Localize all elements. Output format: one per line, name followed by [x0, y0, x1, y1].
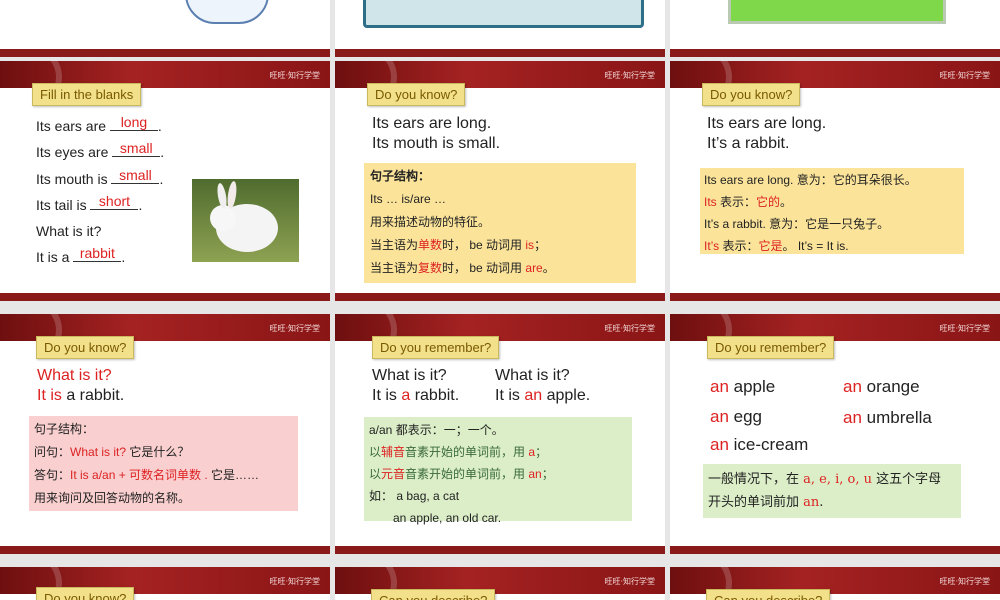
blank-answer: small: [112, 140, 161, 157]
example-line: Its ears are long.: [707, 115, 827, 132]
slide-fill-blanks: 旺旺·知行学堂 Fill in the blanks Its ears are …: [0, 61, 330, 301]
slide-bottom-bar: [0, 49, 330, 57]
slide-bottom-1: 旺旺·知行学堂 Do you know?: [0, 567, 330, 600]
brand-label: 旺旺·知行学堂: [939, 577, 990, 586]
slide-bottom-bar: [335, 546, 665, 554]
slide-top-1: [0, 0, 330, 57]
slide-bottom-2: 旺旺·知行学堂 Can you describe?: [335, 567, 665, 600]
slide-bottom-bar: [335, 293, 665, 301]
slide-do-you-know-1: 旺旺·知行学堂 Do you know? Its ears are long. …: [335, 61, 665, 301]
slide-title: Do you know?: [36, 336, 135, 359]
word-item: an orange: [843, 377, 920, 396]
slide-bottom-bar: [670, 293, 1000, 301]
blank-answer: long: [109, 114, 158, 131]
slide-bottom-bar: [0, 546, 330, 554]
word-item: an egg: [710, 407, 763, 426]
blank-line: Its ears are long.: [36, 114, 162, 134]
vowel-rule-box: 一般情况下，在 a, e, i, o, u 这五个字母 开头的单词前加 an.: [703, 464, 961, 518]
answer-line: It is a rabbit.: [37, 387, 125, 404]
slide-title: Do you know?: [36, 587, 135, 600]
blank-answer: rabbit: [73, 245, 122, 262]
answer-line: It is an apple.: [495, 387, 591, 404]
rabbit-photo: [192, 179, 299, 262]
slide-bottom-bar: [0, 293, 330, 301]
green-board-icon: [728, 0, 946, 24]
slide-do-you-know-3: 旺旺·知行学堂 Do you know? What is it? It is a…: [0, 314, 330, 554]
slide-title: Can you describe?: [371, 589, 496, 600]
blank-line: Its tail is short.: [36, 193, 143, 213]
brand-label: 旺旺·知行学堂: [269, 577, 320, 586]
slide-title: Can you describe?: [706, 589, 831, 600]
brand-label: 旺旺·知行学堂: [939, 324, 990, 333]
slide-bottom-3: 旺旺·知行学堂 Can you describe?: [670, 567, 1000, 600]
slide-title: Do you know?: [367, 83, 466, 106]
blank-line: Its mouth is small.: [36, 167, 164, 187]
slide-do-you-remember-2: 旺旺·知行学堂 Do you remember? an apple an ora…: [670, 314, 1000, 554]
blank-answer: short: [90, 193, 139, 210]
explanation-box: Its ears are long. 意为：它的耳朵很长。 Its 表示：它的。…: [700, 168, 964, 254]
slide-do-you-know-2: 旺旺·知行学堂 Do you know? Its ears are long. …: [670, 61, 1000, 301]
question-line: What is it?: [36, 223, 102, 239]
slide-bottom-bar: [670, 49, 1000, 57]
question-line: What is it?: [495, 367, 570, 384]
brand-label: 旺旺·知行学堂: [269, 324, 320, 333]
question-line: What is it?: [37, 367, 112, 384]
answer-line: It is a rabbit.: [372, 387, 460, 404]
sentence-structure-box: 句子结构： 问句：What is it? 它是什么？ 答句：It is a/an…: [29, 416, 298, 511]
example-line: Its ears are long.: [372, 115, 492, 132]
blank-line: It is a rabbit.: [36, 245, 126, 265]
book-icon: [363, 0, 644, 28]
slide-top-2: [335, 0, 665, 57]
slide-title: Do you know?: [702, 83, 801, 106]
slide-title: Do you remember?: [707, 336, 835, 359]
blank-answer: small: [111, 167, 160, 184]
brand-label: 旺旺·知行学堂: [939, 71, 990, 80]
word-item: an ice-cream: [710, 435, 809, 454]
slide-bottom-bar: [670, 546, 1000, 554]
example-line: Its mouth is small.: [372, 135, 501, 152]
example-line: It’s a rabbit.: [707, 135, 790, 152]
cup-icon: [185, 0, 269, 24]
word-item: an umbrella: [843, 408, 932, 427]
slide-bottom-bar: [335, 49, 665, 57]
slide-title: Fill in the blanks: [32, 83, 142, 106]
brand-label: 旺旺·知行学堂: [604, 71, 655, 80]
word-item: an apple: [710, 377, 776, 396]
brand-label: 旺旺·知行学堂: [604, 324, 655, 333]
brand-label: 旺旺·知行学堂: [269, 71, 320, 80]
blank-line: Its eyes are small.: [36, 140, 165, 160]
article-rule-box: a/an 都表示：一；一个。 以辅音音素开始的单词前，用 a； 以元音音素开始的…: [364, 417, 632, 525]
question-line: What is it?: [372, 367, 447, 384]
slide-title: Do you remember?: [372, 336, 500, 359]
slide-do-you-remember-1: 旺旺·知行学堂 Do you remember? What is it? It …: [335, 314, 665, 554]
grammar-box: 句子结构： Its … is/are … 用来描述动物的特征。 当主语为单数时，…: [364, 163, 636, 283]
brand-label: 旺旺·知行学堂: [604, 577, 655, 586]
slide-top-3: [670, 0, 1000, 57]
